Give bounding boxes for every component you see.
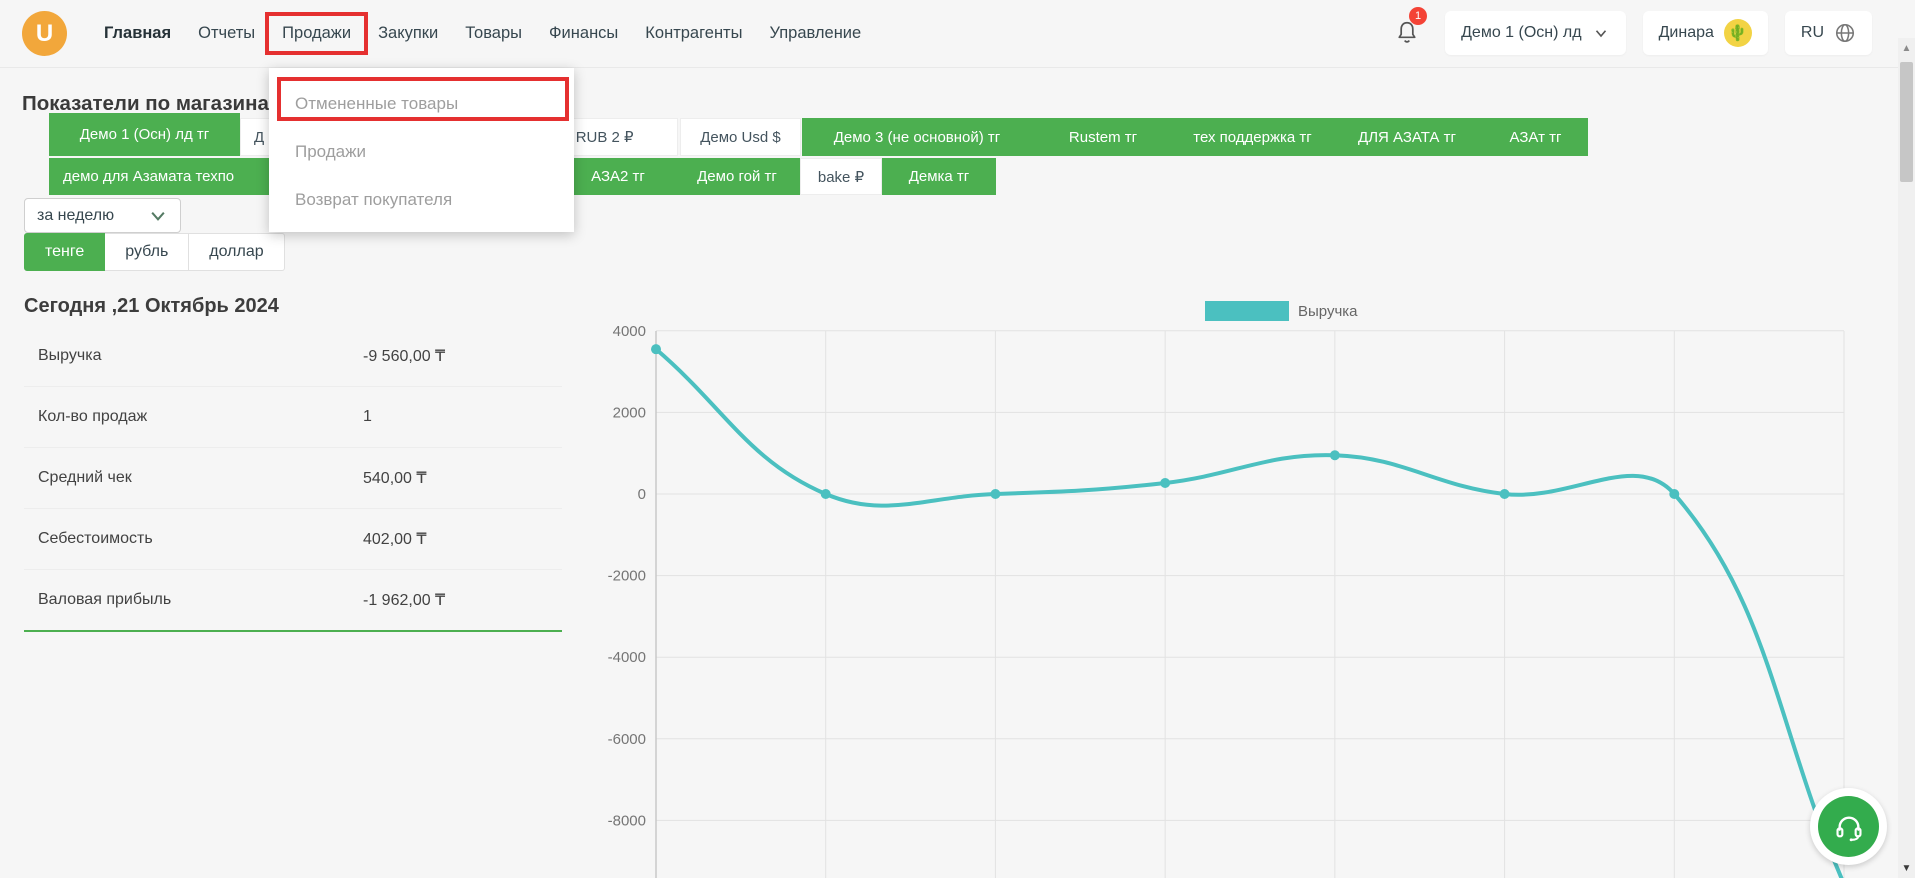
nav-item-Закупки[interactable]: Закупки	[378, 24, 438, 43]
shop-tag[interactable]: Демо 1 (Осн) лд тг	[49, 113, 240, 156]
scrollbar-thumb[interactable]	[1900, 62, 1913, 182]
avatar: 🌵	[1723, 19, 1752, 47]
data-point	[1160, 477, 1171, 488]
nav-item-Продажи[interactable]: Продажи	[282, 24, 351, 43]
data-point	[990, 489, 1001, 499]
data-point	[1329, 450, 1340, 461]
account-selector-label: Демо 1 (Осн) лд	[1461, 24, 1582, 41]
menu-item-Продажи[interactable]: Продажи	[269, 128, 574, 176]
currency-tab-доллар[interactable]: доллар	[189, 233, 285, 271]
y-tick-label: 2000	[613, 404, 646, 421]
shop-tag[interactable]: Rustem тг	[1032, 118, 1174, 156]
annotation-box-nav: Продажи	[265, 12, 369, 55]
stat-value: 540,00 ₸	[363, 470, 427, 487]
chevron-down-icon	[1595, 30, 1606, 38]
y-tick-label: 0	[638, 486, 646, 503]
globe-icon	[1835, 23, 1855, 43]
menu-item-Отмененные товары[interactable]: Отмененные товары	[269, 80, 574, 128]
stat-value: 402,00 ₸	[363, 531, 427, 548]
legend-label: Выручка	[1298, 302, 1358, 320]
stats-date-heading: Сегодня ,21 Октябрь 2024	[24, 295, 279, 317]
nav-item-Отчеты[interactable]: Отчеты	[198, 24, 255, 43]
stat-label: Валовая прибыль	[38, 591, 172, 608]
stat-row: Средний чек 540,00 ₸	[24, 448, 562, 509]
shop-tag[interactable]: АЗА2 тг	[562, 158, 674, 195]
stat-value: -9 560,00 ₸	[363, 348, 446, 365]
y-tick-label: -6000	[608, 731, 646, 748]
revenue-line	[654, 347, 1844, 878]
scroll-up-arrow[interactable]: ▲	[1898, 40, 1915, 56]
sales-dropdown-menu: Отмененные товары Продажи Возврат покупате…	[269, 68, 574, 232]
chevron-down-icon	[151, 211, 165, 221]
period-select-value: за неделю	[37, 206, 115, 224]
y-tick-label: 4000	[613, 323, 646, 340]
stat-row: Кол-во продаж 1	[24, 387, 562, 448]
app-logo[interactable]: U	[22, 11, 67, 56]
vertical-scrollbar[interactable]: ▲ ▼	[1898, 38, 1915, 878]
shop-tag[interactable]: АЗАт тг	[1483, 118, 1588, 156]
stat-row: Выручка -9 560,00 ₸	[24, 326, 562, 387]
headset-icon	[1818, 796, 1879, 857]
currency-tab-тенге[interactable]: тенге	[24, 233, 106, 271]
nav-item-Финансы[interactable]: Финансы	[549, 24, 618, 43]
nav-item-Контрагенты[interactable]: Контрагенты	[645, 24, 742, 43]
shop-tag[interactable]: Демо 3 (не основной) тг	[802, 118, 1032, 156]
notifications-button[interactable]: 1	[1386, 7, 1428, 55]
y-tick-label: -2000	[608, 568, 646, 585]
nav-item-Главная[interactable]: Главная	[104, 24, 171, 43]
shop-tag[interactable]: bake ₽	[800, 158, 882, 195]
scroll-down-arrow[interactable]: ▼	[1898, 860, 1915, 876]
stat-value: -1 962,00 ₸	[363, 592, 446, 609]
shop-tag[interactable]: Демо Usd $	[680, 118, 801, 156]
top-navigation-bar: U Главная Отчеты Продажи Закупки Товары Финан…	[0, 0, 1915, 68]
data-point	[820, 489, 831, 499]
stat-label: Себестоимость	[38, 530, 153, 547]
stat-row: Себестоимость 402,00 ₸	[24, 509, 562, 570]
shop-tag[interactable]: Демка тг	[882, 158, 996, 195]
stat-label: Выручка	[38, 347, 102, 364]
currency-tabs: тенге рубль доллар	[24, 233, 285, 271]
stat-value: 1	[363, 408, 372, 425]
account-selector[interactable]: Демо 1 (Осн) лд	[1445, 11, 1626, 55]
user-menu[interactable]: Динара 🌵	[1642, 11, 1768, 55]
stat-row: Валовая прибыль -1 962,00 ₸	[24, 570, 562, 632]
currency-tab-рубль[interactable]: рубль	[105, 233, 190, 271]
shop-tag[interactable]: ДЛЯ АЗАТА тг	[1331, 118, 1483, 156]
legend-swatch	[1205, 301, 1289, 321]
language-code: RU	[1800, 24, 1824, 41]
user-name: Динара	[1658, 24, 1714, 41]
chart-legend[interactable]: Выручка	[1205, 301, 1358, 321]
language-selector[interactable]: RU	[1784, 11, 1872, 55]
stat-label: Средний чек	[38, 469, 132, 486]
main-nav: Главная Отчеты Продажи Закупки Товары Финансы…	[104, 0, 861, 67]
y-tick-label: -4000	[608, 649, 646, 666]
nav-item-Управление[interactable]: Управление	[769, 24, 861, 43]
data-point	[1669, 489, 1680, 499]
support-button[interactable]	[1810, 788, 1887, 865]
data-point	[651, 344, 661, 355]
period-select[interactable]: за неделю	[24, 198, 181, 233]
data-point	[1499, 489, 1510, 499]
shop-tag[interactable]: Демо гой тг	[674, 158, 800, 195]
menu-item-Возврат покупателя[interactable]: Возврат покупателя	[269, 176, 574, 224]
y-tick-label: -8000	[608, 812, 646, 829]
stats-panel: Сегодня ,21 Октябрь 2024 Выручка -9 560,0…	[24, 295, 562, 632]
topbar-right-cluster: 1 Демо 1 (Осн) лд Динара 🌵 RU	[1386, 7, 1872, 55]
stat-label: Кол-во продаж	[38, 408, 148, 425]
shop-tag[interactable]: тех поддержка тг	[1174, 118, 1331, 156]
notification-badge: 1	[1409, 7, 1428, 25]
nav-item-Товары[interactable]: Товары	[465, 24, 522, 43]
